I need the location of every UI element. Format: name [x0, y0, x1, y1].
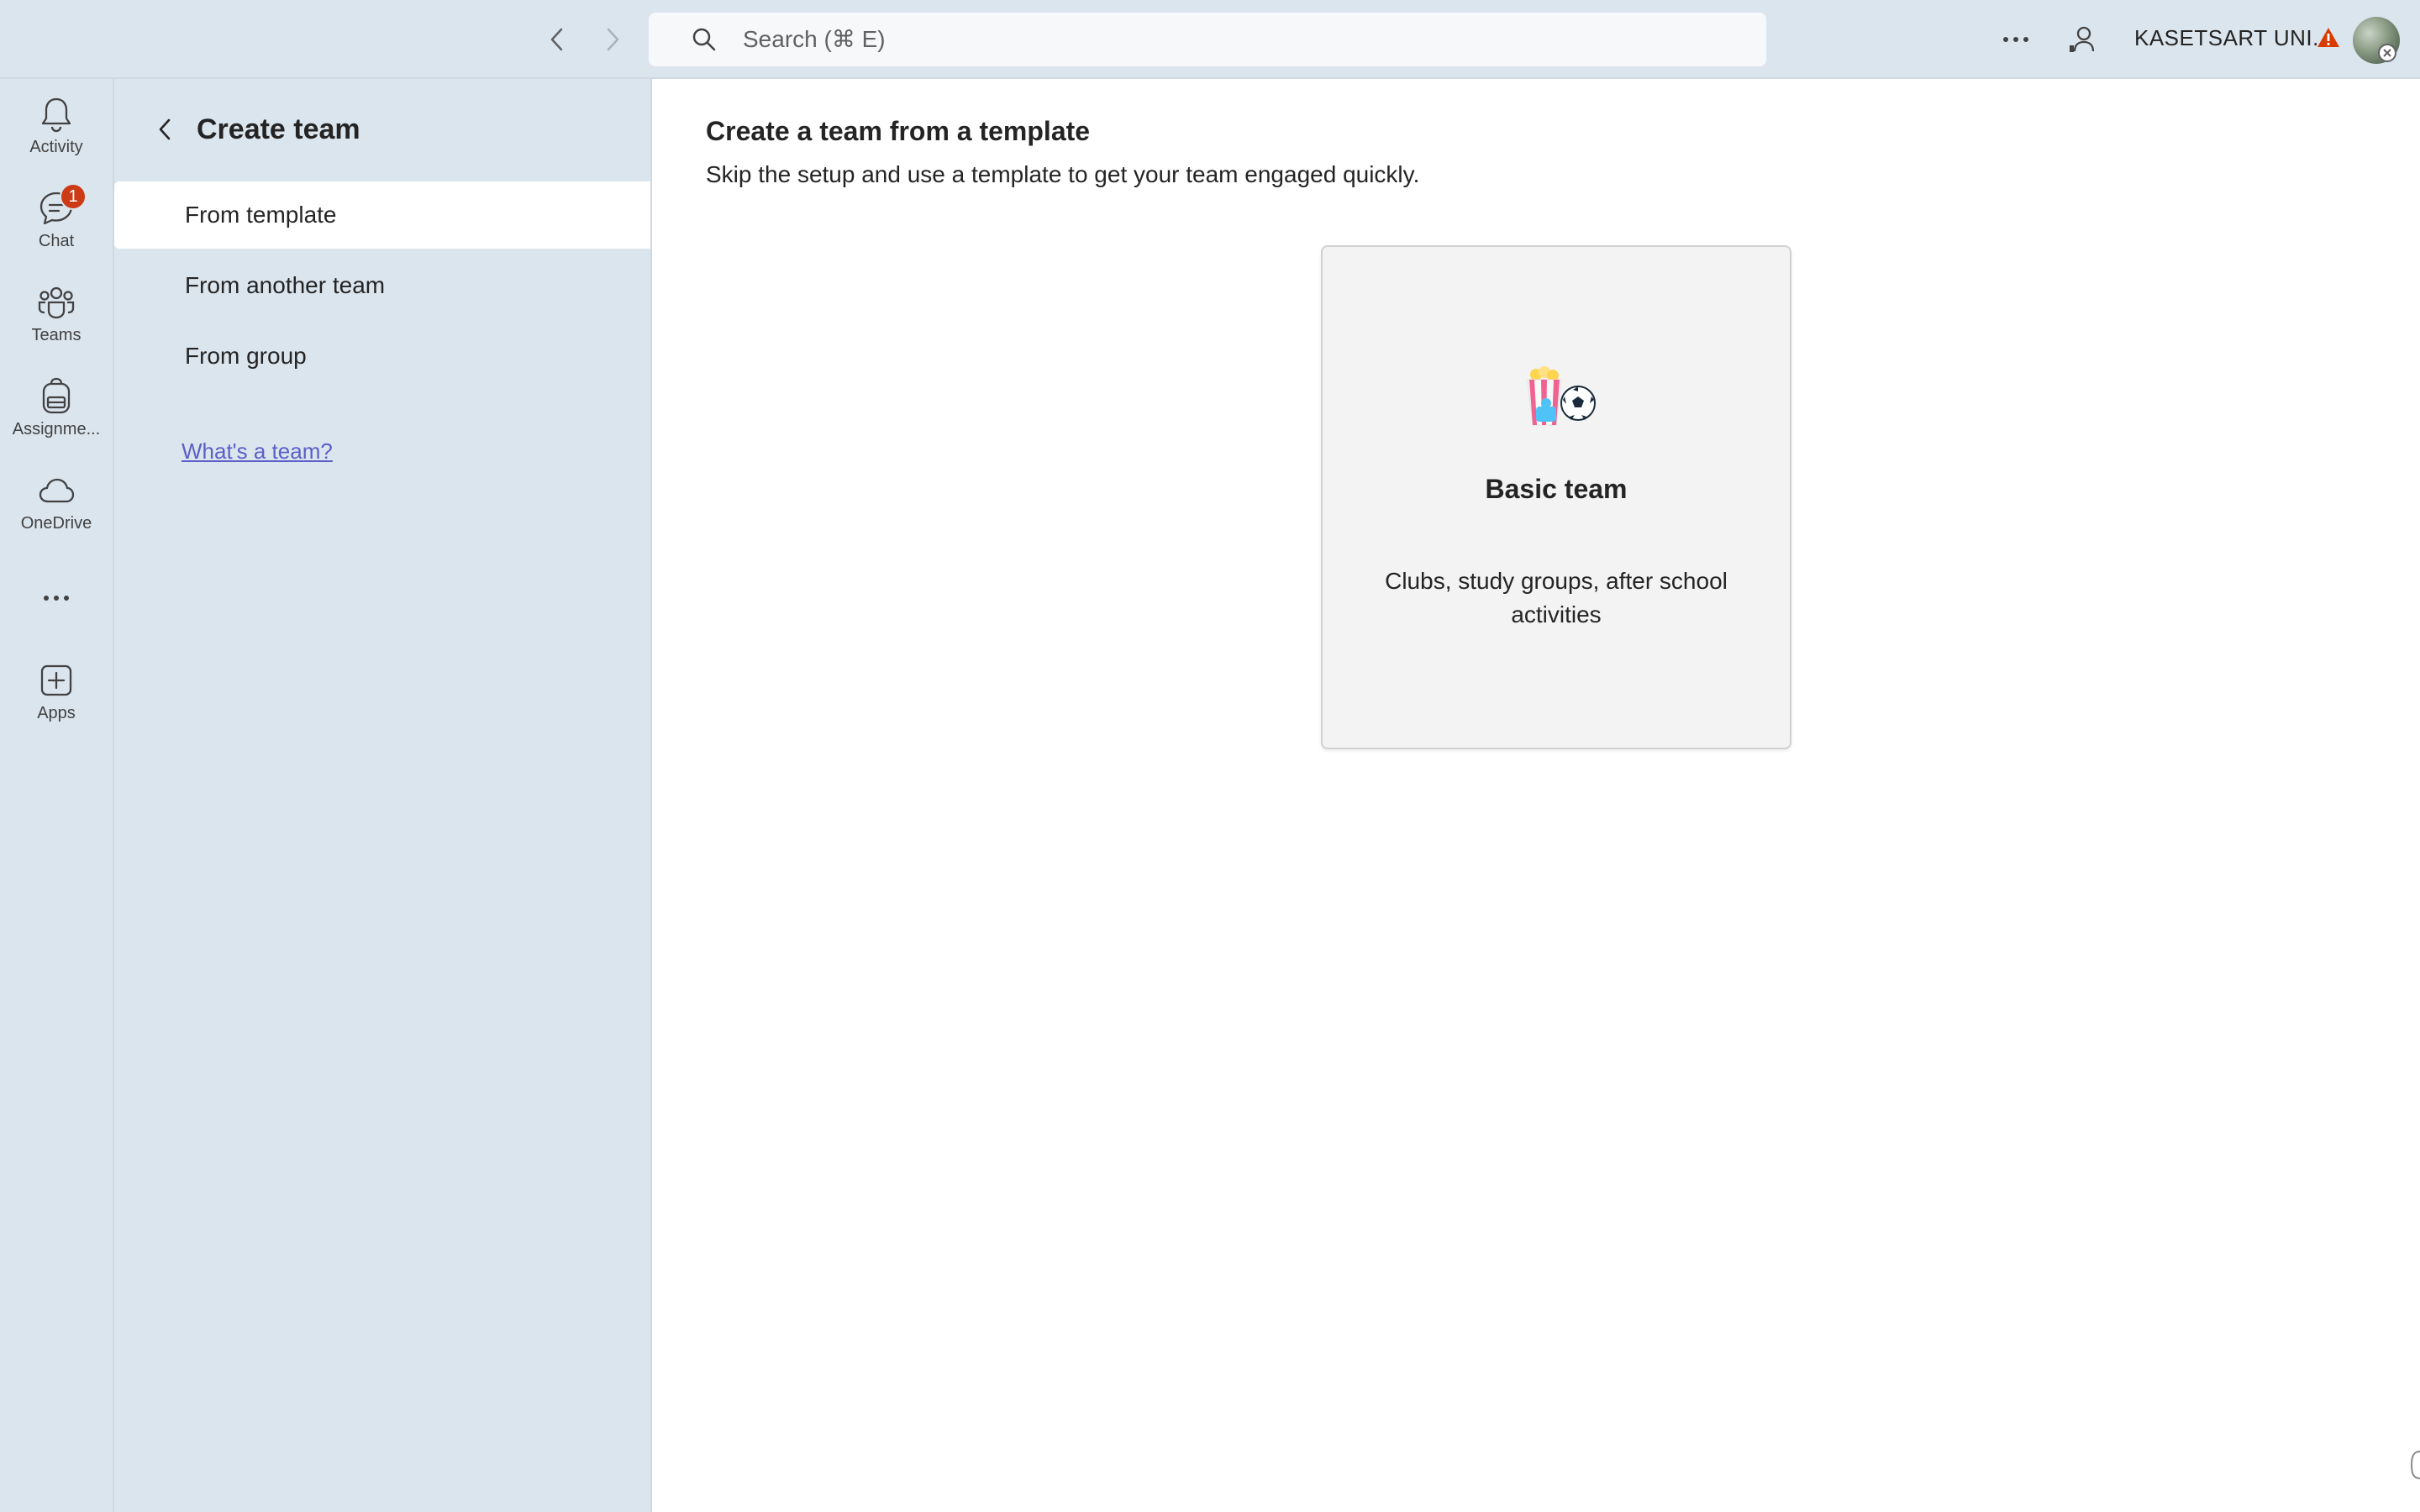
chat-icon: 1 [36, 183, 87, 228]
cloud-icon [36, 470, 76, 511]
rail-item-assignments[interactable]: Assignme... [0, 376, 113, 439]
search-box[interactable] [649, 13, 1766, 66]
rail-label: Teams [31, 326, 82, 344]
template-description: Clubs, study groups, after school activi… [1385, 568, 1728, 627]
rail-label: Chat [38, 232, 75, 250]
option-from-another-team[interactable]: From another team [114, 252, 650, 319]
popcorn-soccer-icon [1527, 366, 1596, 426]
panel-back-button[interactable] [148, 113, 182, 146]
add-app-icon [36, 660, 76, 701]
top-bar: KASETSART UNI... [0, 0, 2420, 79]
rail-label: Assignme... [12, 420, 101, 438]
rail-item-more-apps[interactable] [0, 578, 113, 618]
search-input[interactable] [741, 25, 1665, 54]
page-subtitle: Skip the setup and use a template to get… [706, 161, 1420, 187]
teams-icon [36, 282, 76, 323]
forward-button[interactable] [593, 20, 632, 59]
rail-item-onedrive[interactable]: OneDrive [0, 470, 113, 533]
main-content: Create a team from a template Skip the s… [652, 79, 2420, 1512]
rail-item-apps[interactable]: Apps [0, 660, 113, 723]
settings-more-button[interactable] [1995, 20, 2037, 59]
chevron-right-icon [607, 28, 619, 51]
whats-a-team-link[interactable]: What's a team? [182, 438, 333, 465]
rail-item-chat[interactable]: 1 Chat [0, 183, 113, 251]
option-label: From another team [185, 272, 386, 298]
option-label: From template [185, 202, 337, 228]
back-button[interactable] [538, 20, 576, 59]
option-from-group[interactable]: From group [114, 323, 650, 390]
rail-item-teams[interactable]: Teams [0, 282, 113, 345]
search-icon [687, 23, 721, 56]
option-label: From group [185, 343, 307, 369]
chevron-left-icon [159, 118, 171, 140]
panel-title: Create team [197, 113, 360, 145]
more-horizontal-icon [2003, 37, 2028, 42]
rail-label: Activity [29, 138, 83, 156]
app-rail: Activity 1 Chat Teams Assignme... OneDri… [0, 79, 114, 1512]
bell-icon [36, 94, 76, 134]
warning-icon[interactable] [2316, 25, 2341, 50]
template-card-basic-team[interactable]: Basic team Clubs, study groups, after sc… [1321, 245, 1791, 749]
rail-item-activity[interactable]: Activity [0, 94, 113, 157]
rail-label: Apps [37, 704, 76, 722]
template-title: Basic team [1485, 474, 1628, 504]
option-from-template[interactable]: From template [114, 181, 650, 249]
organization-name[interactable]: KASETSART UNI... [2134, 25, 2332, 51]
panel-header: Create team [148, 113, 360, 146]
page-title: Create a team from a template [706, 116, 1091, 146]
create-team-panel: Create team From template From another t… [114, 79, 652, 1512]
chat-unread-badge: 1 [60, 183, 87, 210]
status-badge [2378, 44, 2396, 62]
presence-button[interactable] [2062, 18, 2104, 60]
close-icon [2383, 49, 2391, 57]
more-horizontal-icon [36, 578, 76, 618]
resize-handle-icon [2410, 1451, 2420, 1479]
backpack-icon [36, 376, 76, 417]
chevron-left-icon [550, 28, 563, 51]
rail-label: OneDrive [20, 514, 92, 533]
person-icon [2070, 26, 2095, 52]
